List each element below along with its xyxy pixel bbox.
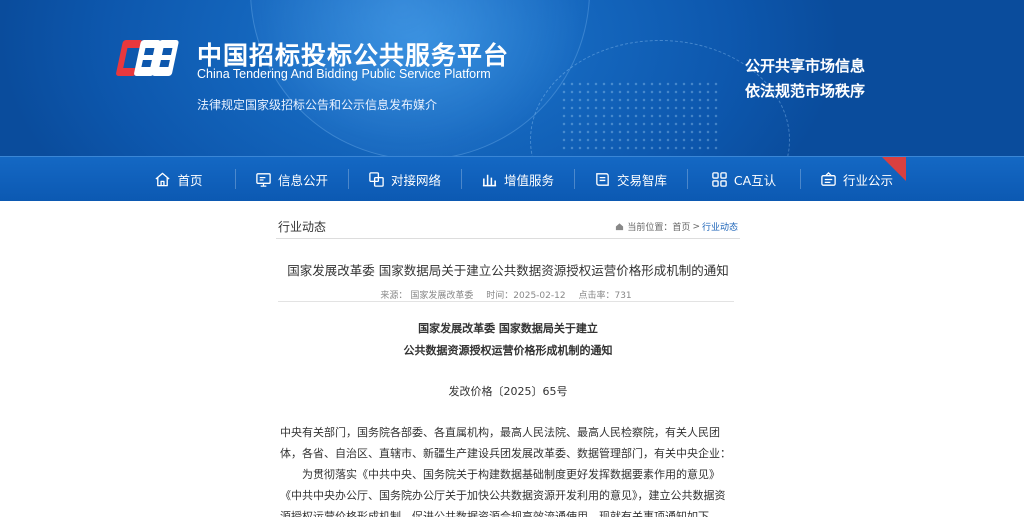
meta-source: 来源： 国家发展改革委 [380, 291, 473, 301]
meta-time: 时间：2025-02-12 [486, 291, 565, 301]
meta-clicks-value: 731 [614, 291, 632, 301]
meta-clicks: 点击率：731 [578, 291, 631, 301]
body-paragraph: 中央有关部门，国务院各部委、各直属机构，最高人民法院、最高人民检察院，有关人民团… [280, 426, 731, 460]
site-tagline: 法律规定国家级招标公告和公示信息发布媒介 [197, 98, 438, 112]
article-container: 行业动态 当前位置： 首页 > 行业动态 国家发展改革委 国家数据局关于建立公共… [276, 201, 740, 517]
meta-clicks-label: 点击率： [578, 291, 615, 301]
nav-label: 首页 [177, 172, 203, 188]
nav-item-info-disclosure[interactable]: 信息公开 [235, 157, 348, 201]
document-heading-line-2: 公共数据资源授权运营价格形成机制的通知 [403, 344, 613, 357]
grid-icon [712, 171, 727, 187]
slogan: 公开共享市场信息 依法规范市场秩序 [745, 54, 865, 104]
article-title: 国家发展改革委 国家数据局关于建立公共数据资源授权运营价格形成机制的通知 [287, 263, 729, 278]
corner-badge [882, 157, 906, 181]
dot-pattern-decoration [560, 80, 720, 150]
network-icon [369, 171, 384, 187]
monitor-icon [256, 172, 271, 187]
nav-item-home[interactable]: 首页 [122, 157, 235, 201]
nav-label: 交易智库 [616, 172, 667, 188]
document-number: 发改价格〔2025〕65号 [448, 385, 568, 398]
nav-label: CA互认 [733, 172, 777, 188]
home-icon [155, 172, 171, 186]
section-header: 行业动态 当前位置： 首页 > 行业动态 [276, 213, 740, 239]
article-body: 中央有关部门，国务院各部委、各直属机构，最高人民法院、最高人民检察院，有关人民团… [280, 422, 736, 517]
book-icon [596, 172, 609, 186]
main-nav: 首页 信息公开 对接网络 增值服务 交易智库 CA互认 行业公示 [0, 156, 1024, 201]
body-paragraph: 为贯彻落实《中共中央、国务院关于构建数据基础制度更好发挥数据要素作用的意见》《中… [280, 468, 726, 517]
announcement-icon [821, 171, 836, 186]
slogan-line-2: 依法规范市场秩序 [745, 82, 866, 100]
meta-time-label: 时间： [486, 291, 514, 301]
site-title-english: China Tendering And Bidding Public Servi… [197, 67, 491, 81]
nav-label: 对接网络 [390, 172, 441, 188]
meta-source-value: 国家发展改革委 [410, 291, 474, 301]
meta-source-label: 来源： [380, 291, 408, 301]
document-heading-line-1: 国家发展改革委 国家数据局关于建立 [418, 322, 598, 335]
section-title: 行业动态 [278, 220, 327, 234]
breadcrumb-home-link[interactable]: 首页 [672, 220, 690, 233]
document-heading: 国家发展改革委 国家数据局关于建立 公共数据资源授权运营价格形成机制的通知 [276, 318, 740, 362]
cebpub-logo-icon[interactable] [112, 36, 184, 82]
nav-item-network[interactable]: 对接网络 [348, 157, 461, 201]
nav-item-value-added[interactable]: 增值服务 [461, 157, 574, 201]
nav-item-ca-mutual[interactable]: CA互认 [687, 157, 800, 201]
nav-label: 增值服务 [503, 172, 554, 188]
meta-time-value: 2025-02-12 [513, 291, 566, 301]
breadcrumb-separator: > [692, 221, 700, 232]
bar-chart-icon [482, 174, 497, 186]
breadcrumb-current[interactable]: 行业动态 [702, 220, 738, 233]
article-meta: 来源： 国家发展改革委 时间：2025-02-12 点击率：731 [278, 282, 734, 302]
breadcrumb-prefix: 当前位置： [627, 223, 673, 233]
slogan-line-1: 公开共享市场信息 [745, 57, 866, 75]
breadcrumb: 当前位置： 首页 > 行业动态 [615, 220, 738, 233]
breadcrumb-home-icon [616, 223, 624, 231]
nav-label: 信息公开 [277, 172, 328, 188]
nav-item-think-tank[interactable]: 交易智库 [574, 157, 687, 201]
header-banner: 中国招标投标公共服务平台 China Tendering And Bidding… [0, 0, 1024, 156]
